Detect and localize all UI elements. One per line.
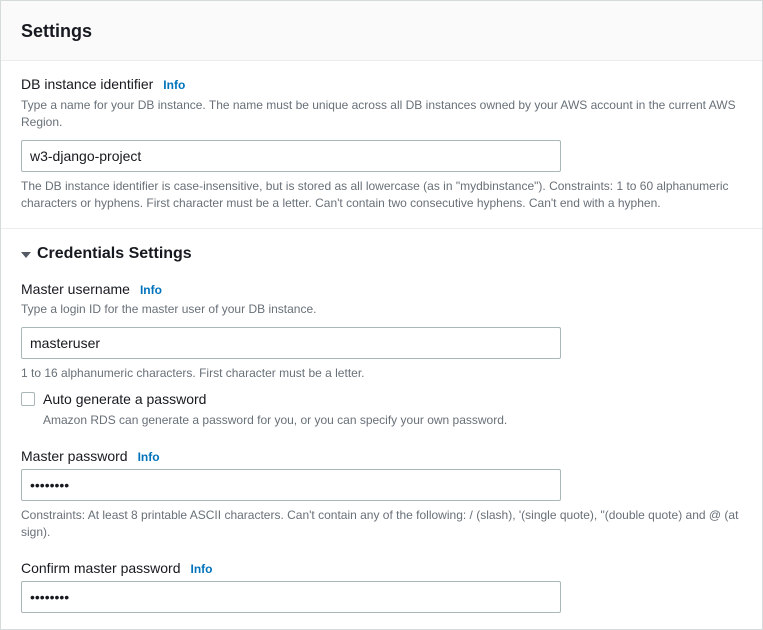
db-identifier-constraint: The DB instance identifier is case-insen… <box>21 178 742 213</box>
page-title: Settings <box>21 19 742 44</box>
panel-header: Settings <box>1 1 762 61</box>
master-password-info-link[interactable]: Info <box>138 449 160 466</box>
confirm-password-input[interactable] <box>21 581 561 613</box>
auto-generate-checkbox[interactable] <box>21 392 35 406</box>
master-password-label: Master password <box>21 447 128 467</box>
confirm-password-info-link[interactable]: Info <box>191 561 213 578</box>
credentials-section: Credentials Settings Master username Inf… <box>1 228 762 629</box>
db-identifier-info-link[interactable]: Info <box>163 77 185 94</box>
confirm-password-label: Confirm master password <box>21 559 181 579</box>
master-username-input[interactable] <box>21 327 561 359</box>
db-identifier-section: DB instance identifier Info Type a name … <box>1 61 762 228</box>
master-username-description: Type a login ID for the master user of y… <box>21 301 742 318</box>
master-password-input[interactable] <box>21 469 561 501</box>
db-identifier-description: Type a name for your DB instance. The na… <box>21 97 742 132</box>
master-username-field-group: Master username Info Type a login ID for… <box>21 280 742 429</box>
triangle-down-icon <box>21 252 31 258</box>
master-password-field-group: Master password Info Constraints: At lea… <box>21 447 742 541</box>
db-identifier-field-group: DB instance identifier Info Type a name … <box>21 75 742 212</box>
db-identifier-input[interactable] <box>21 140 561 172</box>
db-identifier-label: DB instance identifier <box>21 75 153 95</box>
master-username-info-link[interactable]: Info <box>140 282 162 299</box>
credentials-toggle[interactable]: Credentials Settings <box>21 243 742 265</box>
settings-panel: Settings DB instance identifier Info Typ… <box>0 0 763 630</box>
master-password-constraint: Constraints: At least 8 printable ASCII … <box>21 507 742 542</box>
credentials-title: Credentials Settings <box>37 243 192 265</box>
master-username-constraint: 1 to 16 alphanumeric characters. First c… <box>21 365 742 382</box>
master-username-label: Master username <box>21 280 130 300</box>
auto-generate-description: Amazon RDS can generate a password for y… <box>43 412 742 429</box>
auto-generate-row: Auto generate a password <box>21 390 742 410</box>
auto-generate-label[interactable]: Auto generate a password <box>43 390 206 410</box>
confirm-password-field-group: Confirm master password Info <box>21 559 742 613</box>
